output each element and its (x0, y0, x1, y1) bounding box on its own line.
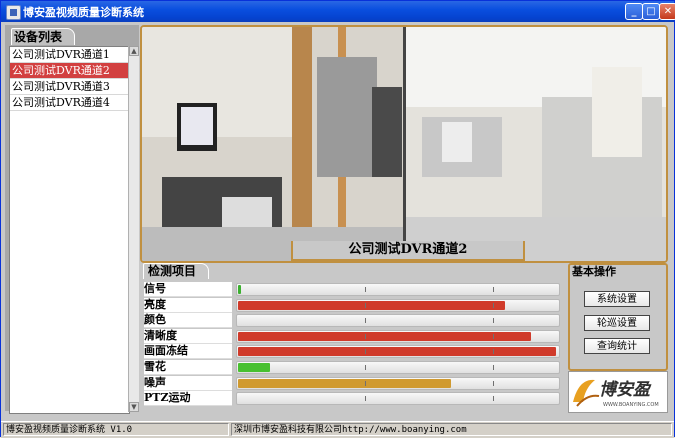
detection-label: 画面冻结 (144, 344, 232, 360)
system-settings-button[interactable]: 系统设置 (584, 291, 650, 307)
camera-frame-image (142, 27, 666, 261)
detection-meter-fill (238, 363, 270, 372)
minimize-button[interactable]: _ (625, 3, 643, 20)
device-item-3[interactable]: 公司测试DVR通道3 (10, 79, 129, 95)
maximize-button[interactable]: □ (642, 3, 660, 20)
meter-tick (365, 333, 366, 339)
meter-tick (493, 318, 494, 324)
scroll-down-icon[interactable]: ▼ (129, 402, 139, 412)
detection-label: 信号 (144, 282, 232, 297)
operations-panel: 基本操作 系统设置 轮巡设置 查询统计 (568, 263, 668, 371)
scroll-up-icon[interactable]: ▲ (129, 46, 139, 56)
detection-label: 清晰度 (144, 328, 232, 344)
detection-meter-fill (238, 347, 556, 357)
detection-meter-fill (238, 285, 242, 294)
detection-row: 噪声 (144, 375, 560, 391)
meter-tick (365, 318, 366, 324)
device-list-scrollbar[interactable]: ▲ ▼ (128, 46, 139, 412)
detection-row: PTZ运动 (144, 391, 560, 407)
detection-meter (236, 376, 560, 390)
patrol-settings-button[interactable]: 轮巡设置 (584, 315, 650, 331)
detection-header: 检测项目 (143, 263, 209, 279)
status-app-version: 博安盈视频质量诊断系统 V1.0 (3, 423, 229, 436)
meter-tick (493, 365, 494, 370)
detection-row: 清晰度 (144, 328, 560, 344)
detection-meter-fill (238, 378, 452, 388)
detection-meter (236, 298, 560, 312)
company-logo: 博安盈 WWW.BOANYING.COM (568, 371, 668, 413)
detection-label: 颜色 (144, 313, 232, 329)
channel-title: 公司测试DVR通道2 (291, 241, 525, 261)
device-list: 公司测试DVR通道1 公司测试DVR通道2 公司测试DVR通道3 公司测试DVR… (9, 46, 130, 414)
detection-meter (236, 345, 560, 359)
detection-meter (236, 314, 560, 328)
meter-tick (493, 380, 494, 386)
app-icon (6, 5, 21, 20)
meter-tick (365, 302, 366, 308)
detection-meter (236, 283, 560, 296)
detection-label: 亮度 (144, 297, 232, 313)
title-bar[interactable]: 博安盈视频质量诊断系统 _ □ ✕ (1, 1, 675, 22)
detection-meter (236, 392, 560, 406)
meter-tick (493, 302, 494, 308)
detection-label: 噪声 (144, 375, 232, 391)
status-company: 深圳市博安盈科技有限公司http://www.boanying.com (231, 423, 672, 436)
detection-row: 颜色 (144, 313, 560, 329)
detection-row: 雪花 (144, 360, 560, 375)
meter-tick (365, 287, 366, 292)
detection-row: 信号 (144, 282, 560, 297)
detection-row: 画面冻结 (144, 344, 560, 360)
video-view[interactable] (140, 25, 668, 263)
status-bar: 博安盈视频质量诊断系统 V1.0 深圳市博安盈科技有限公司http://www.… (1, 421, 674, 438)
meter-tick (493, 396, 494, 402)
meter-tick (493, 333, 494, 339)
device-item-1[interactable]: 公司测试DVR通道1 (10, 47, 129, 63)
logo-url: WWW.BOANYING.COM (603, 402, 659, 408)
detection-meter-fill (238, 331, 531, 341)
meter-tick (365, 365, 366, 370)
detection-meter (236, 329, 560, 343)
main-window: 博安盈视频质量诊断系统 _ □ ✕ 设备列表 公司测试DVR通道1 公司测试DV… (0, 0, 675, 438)
meter-tick (365, 349, 366, 355)
device-list-header: 设备列表 (11, 28, 75, 45)
logo-mark-icon: 博安盈 WWW.BOANYING.COM (569, 372, 667, 412)
device-item-4[interactable]: 公司测试DVR通道4 (10, 95, 129, 111)
meter-tick (365, 396, 366, 402)
detection-row: 亮度 (144, 297, 560, 313)
detection-meter (236, 361, 560, 374)
meter-tick (493, 349, 494, 355)
operations-header: 基本操作 (572, 265, 616, 278)
detection-label: PTZ运动 (144, 391, 232, 407)
detection-meter-fill (238, 300, 506, 310)
close-button[interactable]: ✕ (659, 3, 675, 20)
device-item-2[interactable]: 公司测试DVR通道2 (10, 63, 129, 79)
query-statistics-button[interactable]: 查询统计 (584, 338, 650, 354)
detection-label: 雪花 (144, 360, 232, 375)
meter-tick (365, 380, 366, 386)
meter-tick (493, 287, 494, 292)
logo-text: 博安盈 (599, 380, 652, 400)
window-title: 博安盈视频质量诊断系统 (23, 6, 144, 19)
